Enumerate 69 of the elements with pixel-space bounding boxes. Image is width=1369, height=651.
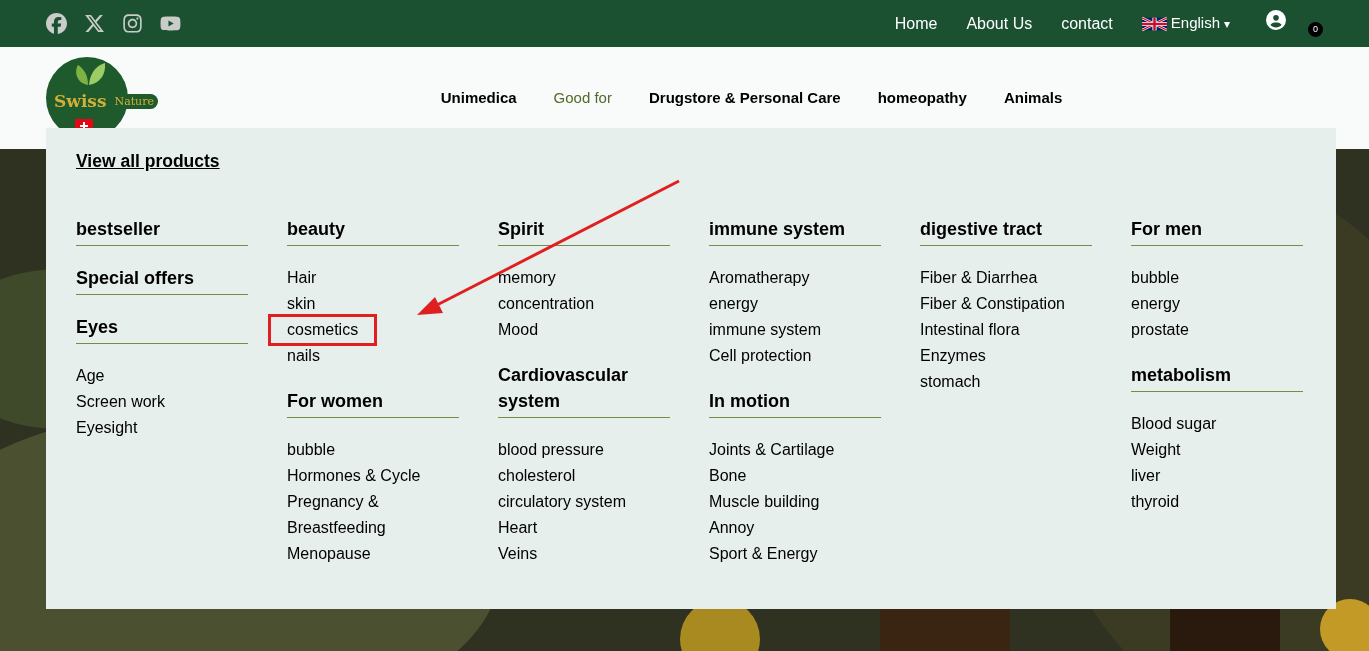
subcategory-link[interactable]: Hormones & Cycle — [287, 463, 459, 490]
subcategory-link[interactable]: Age — [76, 363, 248, 390]
nav-link[interactable]: Good for — [553, 87, 612, 110]
subcategory-link[interactable]: Screen work — [76, 389, 248, 416]
top-link[interactable]: contact — [1061, 11, 1113, 36]
subcategory-link[interactable]: liver — [1131, 463, 1303, 490]
category-heading[interactable]: Eyes — [76, 314, 248, 345]
category-heading[interactable]: immune system — [709, 216, 881, 247]
nav-link[interactable]: Drugstore & Personal Care — [648, 87, 841, 110]
subcategory-link[interactable]: thyroid — [1131, 489, 1303, 516]
facebook-icon[interactable] — [46, 13, 67, 34]
subcategory-link[interactable]: Menopause — [287, 541, 459, 568]
subcategory-link[interactable]: Intestinal flora — [920, 317, 1092, 344]
nav-link[interactable]: Unimedica — [440, 87, 517, 110]
subcategory-link[interactable]: Blood sugar — [1131, 411, 1303, 438]
subcategory-link[interactable]: circulatory system — [498, 489, 670, 516]
subcategory-link[interactable]: energy — [709, 291, 881, 318]
subcategory-link[interactable]: cholesterol — [498, 463, 670, 490]
subcategory-link[interactable]: Eyesight — [76, 415, 248, 442]
top-link[interactable]: About Us — [966, 11, 1033, 36]
subcategory-link[interactable]: cosmetics — [271, 317, 375, 344]
subcategory-link[interactable]: Fiber & Constipation — [920, 291, 1092, 318]
view-all-link[interactable]: View all products — [76, 151, 220, 171]
category-heading[interactable]: digestive tract — [920, 216, 1092, 247]
category-heading[interactable]: Cardiovascular system — [498, 362, 670, 419]
category-heading[interactable]: In motion — [709, 388, 881, 419]
subcategory-link[interactable]: concentration — [498, 291, 670, 318]
subcategory-link[interactable]: Aromatherapy — [709, 265, 881, 292]
uk-flag-icon — [1141, 15, 1167, 32]
subcategory-link[interactable]: bubble — [287, 437, 459, 464]
subcategory-link[interactable]: blood pressure — [498, 437, 670, 464]
category-heading[interactable]: Spirit — [498, 216, 670, 247]
subcategory-link[interactable]: Weight — [1131, 437, 1303, 464]
x-icon[interactable] — [84, 13, 105, 34]
top-link[interactable]: Home — [894, 11, 938, 36]
subcategory-link[interactable]: Heart — [498, 515, 670, 542]
subcategory-link[interactable]: energy — [1131, 291, 1303, 318]
subcategory-link[interactable]: Annoy — [709, 515, 881, 542]
subcategory-link[interactable]: Pregnancy & Breastfeeding — [287, 489, 459, 542]
category-heading[interactable]: bestseller — [76, 216, 248, 247]
subcategory-link[interactable]: Veins — [498, 541, 670, 568]
subcategory-link[interactable]: Enzymes — [920, 343, 1092, 370]
subcategory-link[interactable]: Muscle building — [709, 489, 881, 516]
language-selector[interactable]: English ▾ — [1141, 12, 1230, 35]
subcategory-link[interactable]: Cell protection — [709, 343, 881, 370]
subcategory-link[interactable]: immune system — [709, 317, 881, 344]
subcategory-link[interactable]: bubble — [1131, 265, 1303, 292]
account-icon[interactable] — [1266, 9, 1286, 30]
category-heading[interactable]: metabolism — [1131, 362, 1303, 393]
subcategory-link[interactable]: stomach — [920, 369, 1092, 396]
subcategory-link[interactable]: Joints & Cartilage — [709, 437, 881, 464]
subcategory-link[interactable]: nails — [287, 343, 459, 370]
subcategory-link[interactable]: memory — [498, 265, 670, 292]
instagram-icon[interactable] — [122, 13, 143, 34]
subcategory-link[interactable]: skin — [287, 291, 459, 318]
subcategory-link[interactable]: Fiber & Diarrhea — [920, 265, 1092, 292]
subcategory-link[interactable]: Hair — [287, 265, 459, 292]
category-heading[interactable]: Special offers — [76, 265, 248, 296]
subcategory-link[interactable]: Bone — [709, 463, 881, 490]
subcategory-link[interactable]: prostate — [1131, 317, 1303, 344]
category-heading[interactable]: beauty — [287, 216, 459, 247]
nav-link[interactable]: homeopathy — [877, 87, 967, 110]
cart-count-badge[interactable]: 0 — [1308, 22, 1323, 37]
category-heading[interactable]: For women — [287, 388, 459, 419]
nav-link[interactable]: Animals — [1003, 87, 1063, 110]
subcategory-link[interactable]: Sport & Energy — [709, 541, 881, 568]
logo-wordmark: Swiss — [54, 93, 107, 110]
category-heading[interactable]: For men — [1131, 216, 1303, 247]
subcategory-link[interactable]: Mood — [498, 317, 670, 344]
